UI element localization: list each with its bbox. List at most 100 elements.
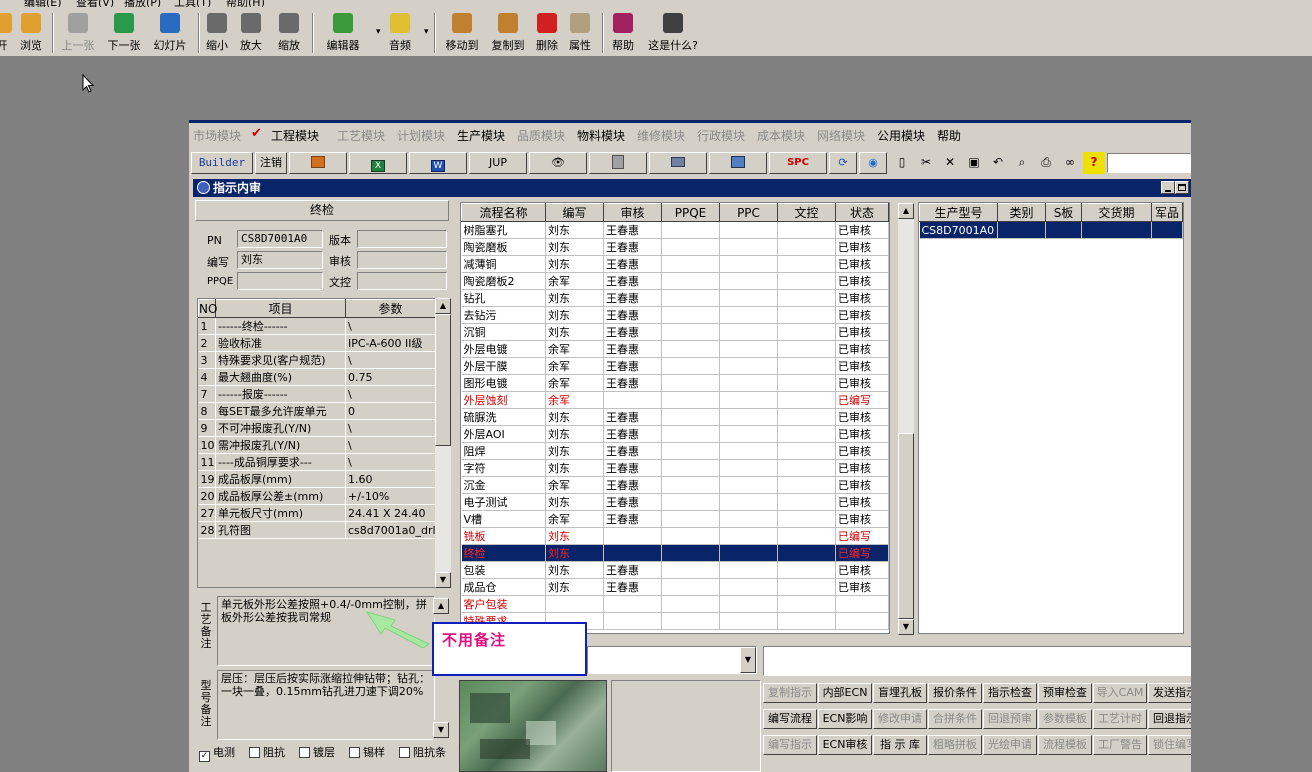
table-row[interactable]: V槽 余军 王春惠 已审核 (461, 510, 889, 528)
flow-column-header[interactable]: 编写 (545, 203, 604, 222)
minimize-button[interactable] (1161, 181, 1175, 194)
table-row[interactable]: 图形电镀 余军 王春惠 已审核 (461, 374, 889, 392)
toolbar-search-input[interactable] (1107, 153, 1191, 173)
table-row[interactable]: 陶瓷磨板2 余军 王春惠 已审核 (461, 272, 889, 290)
flow-column-header[interactable]: PPC (719, 203, 778, 222)
model-note-scrollbar[interactable]: ▼ (433, 720, 449, 740)
viewer-menu-item[interactable]: 编辑(E) (24, 0, 62, 7)
production-scrollbar[interactable] (1184, 203, 1191, 635)
checkbox-empty-icon[interactable] (349, 747, 360, 758)
maximize-button[interactable] (1175, 181, 1189, 194)
table-row[interactable]: 4 最大翘曲度(%) 0.75 (198, 368, 436, 386)
action-button[interactable]: ECN影响 (818, 709, 872, 729)
table-row[interactable]: 电子测试 刘东 王春惠 已审核 (461, 493, 889, 511)
viewer-tool-button[interactable]: 编辑器 (322, 13, 364, 55)
table-row[interactable]: 阻焊 刘东 王春惠 已审核 (461, 442, 889, 460)
version-field[interactable] (357, 230, 447, 248)
scroll-up-button[interactable]: ▲ (898, 203, 914, 219)
table-row[interactable]: CS8D7001A0 (919, 221, 1183, 239)
computer-button[interactable] (709, 152, 767, 174)
table-row[interactable]: 成品仓 刘东 王春惠 已审核 (461, 578, 889, 596)
viewer-tool-button[interactable]: 删除 (532, 13, 562, 55)
ppt-export-button[interactable] (289, 152, 347, 174)
checkbox-empty-icon[interactable] (399, 747, 410, 758)
table-row[interactable]: 3 特殊要求见(客户规范) \ (198, 351, 436, 369)
scroll-down-button[interactable]: ▼ (435, 572, 451, 588)
remark-input[interactable] (763, 646, 1191, 676)
print-preview-icon[interactable]: ⌕ (1011, 152, 1033, 174)
doc-control-field[interactable] (357, 272, 447, 290)
viewer-tool-button[interactable]: 移动到 (442, 13, 482, 55)
action-button[interactable]: 指 示 库 (873, 735, 927, 755)
flow-column-header[interactable]: PPQE (661, 203, 720, 222)
jup-button[interactable]: JUP (469, 152, 527, 174)
checkbox-checked-icon[interactable]: ✓ (199, 751, 210, 762)
table-row[interactable]: 8 每SET最多允许废单元 0 (198, 402, 436, 420)
action-button[interactable]: 预审检查 (1038, 683, 1092, 703)
flow-column-header[interactable]: 审核 (603, 203, 662, 222)
binoculars-icon[interactable]: ∞ (1059, 152, 1081, 174)
process-note-scrollbar[interactable]: ▲ (433, 598, 449, 618)
dropdown-arrow-icon[interactable]: ▾ (424, 27, 429, 37)
table-row[interactable]: 27 单元板尺寸(mm) 24.41 X 24.40 (198, 504, 436, 522)
builder-button[interactable]: Builder (191, 152, 253, 174)
scroll-up-button[interactable]: ▲ (433, 598, 449, 614)
scroll-down-button[interactable]: ▼ (433, 722, 449, 738)
option-checkbox[interactable]: 阻抗 (249, 744, 285, 760)
module-menu-item[interactable]: 生产模块 (457, 127, 505, 144)
table-row[interactable]: 包装 刘东 王春惠 已审核 (461, 561, 889, 579)
module-menu-item[interactable]: 帮助 (937, 127, 961, 144)
action-button[interactable]: 内部ECN (818, 683, 872, 703)
action-button[interactable]: 回退指示 (1148, 709, 1191, 729)
action-button[interactable]: 盲埋孔板 (873, 683, 927, 703)
production-column-header[interactable]: S板 (1045, 203, 1082, 222)
table-row[interactable]: 钻孔 刘东 王春惠 已审核 (461, 289, 889, 307)
table-row[interactable]: 终检 刘东 已编写 (461, 544, 889, 562)
table-row[interactable]: 28 孔符图 cs8d7001a0_drl (198, 521, 436, 539)
action-button[interactable]: 指示检查 (983, 683, 1037, 703)
params-column-header[interactable]: NO (198, 299, 217, 318)
viewer-tool-button[interactable]: 复制到 (488, 13, 528, 55)
close-x-icon[interactable]: ✕ (939, 152, 961, 174)
table-row[interactable]: 11 ----成品铜厚要求--- \ (198, 453, 436, 471)
table-row[interactable]: 字符 刘东 王春惠 已审核 (461, 459, 889, 477)
production-column-header[interactable]: 军品 (1151, 203, 1183, 222)
viewer-tool-button[interactable]: 音频 (384, 13, 416, 55)
viewer-tool-button[interactable]: 下一张 (104, 13, 144, 55)
viewer-menu-item[interactable]: 播放(P) (124, 0, 161, 7)
review-field[interactable] (357, 251, 447, 269)
params-column-header[interactable]: 项目 (215, 299, 346, 318)
table-row[interactable]: 20 成品板厚公差±(mm) +/-10% (198, 487, 436, 505)
action-button[interactable]: 编写流程 (763, 709, 817, 729)
action-button[interactable]: 报价条件 (928, 683, 982, 703)
logout-button[interactable]: 注销 (255, 152, 287, 174)
table-row[interactable]: 陶瓷磨板 刘东 王春惠 已审核 (461, 238, 889, 256)
table-row[interactable]: 10 需冲报废孔(Y/N) \ (198, 436, 436, 454)
viewer-tool-button[interactable]: 放大 (236, 13, 266, 55)
help-question-icon[interactable]: ? (1083, 152, 1105, 174)
viewer-tool-button[interactable]: 缩小 (202, 13, 232, 55)
process-dropdown[interactable]: ▼ (587, 646, 757, 674)
checkbox-empty-icon[interactable] (249, 747, 260, 758)
chevron-down-icon[interactable]: ▼ (740, 647, 756, 673)
network-button[interactable] (649, 152, 707, 174)
save-icon[interactable]: ▣ (963, 152, 985, 174)
browser-button[interactable]: ◉ (859, 152, 887, 174)
view-button[interactable]: 👁 (529, 152, 587, 174)
viewer-tool-button[interactable]: 幻灯片 (150, 13, 190, 55)
viewer-tool-button[interactable]: 帮助 (608, 13, 638, 55)
viewer-tool-button[interactable]: 属性 (566, 13, 594, 55)
table-row[interactable]: 外层蚀刻 余军 已编写 (461, 391, 889, 409)
option-checkbox[interactable]: ✓ 电测 (199, 744, 235, 762)
viewer-tool-button[interactable]: 这是什么? (644, 13, 702, 55)
ppqe-field[interactable] (237, 272, 323, 290)
params-column-header[interactable]: 参数 (345, 299, 436, 318)
table-row[interactable]: 去钻污 刘东 王春惠 已审核 (461, 306, 889, 324)
table-row[interactable]: 树脂塞孔 刘东 王春惠 已审核 (461, 221, 889, 239)
printer-icon[interactable]: ⎙ (1035, 152, 1057, 174)
scroll-down-button[interactable]: ▼ (898, 619, 914, 635)
table-row[interactable]: 硫脲洗 刘东 王春惠 已审核 (461, 408, 889, 426)
option-checkbox[interactable]: 阻抗条 (399, 744, 446, 760)
action-button[interactable]: 发送指示 (1148, 683, 1191, 703)
new-doc-icon[interactable]: ▯ (891, 152, 913, 174)
